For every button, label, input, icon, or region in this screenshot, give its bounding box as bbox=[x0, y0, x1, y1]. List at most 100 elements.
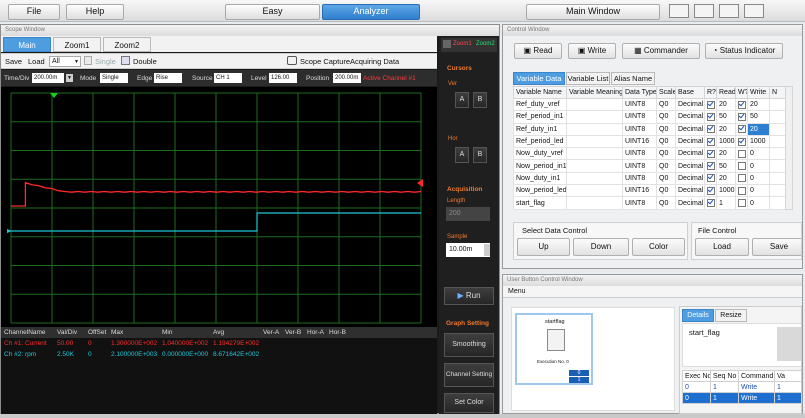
tab-zoom2[interactable]: Zoom2 bbox=[103, 37, 151, 52]
load-button[interactable]: Load bbox=[28, 57, 45, 66]
checkbox-icon[interactable] bbox=[738, 162, 746, 171]
layout-horizontal-icon[interactable] bbox=[719, 4, 739, 18]
layout-grid-icon[interactable] bbox=[669, 4, 689, 18]
startflag-button-card[interactable]: startflag Execution No. 0 0 1 bbox=[515, 313, 593, 385]
analyzer-mode-button[interactable]: Analyzer bbox=[322, 4, 420, 20]
checkbox-icon[interactable] bbox=[707, 199, 715, 208]
double-mode-label[interactable]: Double bbox=[133, 57, 157, 66]
variable-meaning-cell[interactable] bbox=[566, 171, 623, 186]
commander-button[interactable]: ▦ Commander bbox=[622, 43, 700, 59]
table-row[interactable]: 0 1 Write 1 bbox=[682, 381, 801, 393]
scope-plot[interactable] bbox=[1, 87, 437, 327]
status-indicator-button[interactable]: ◔ Status Indicator bbox=[705, 43, 783, 59]
hor-cursor-b-button[interactable]: B bbox=[473, 147, 487, 163]
table-row[interactable]: Now_duty_in1 UINT8 Q0 Decimal 20 0 bbox=[513, 171, 786, 186]
checkbox-icon[interactable] bbox=[707, 149, 715, 158]
read-enable-cell[interactable] bbox=[704, 97, 717, 112]
variable-header-cell[interactable]: Variable Meaning bbox=[566, 86, 623, 99]
read-button[interactable]: ▣ Read bbox=[514, 43, 562, 59]
variable-meaning-cell[interactable] bbox=[566, 97, 623, 112]
variable-header-cell[interactable]: Data Type bbox=[622, 86, 657, 99]
write-enable-cell[interactable] bbox=[735, 171, 748, 186]
color-button[interactable]: Color bbox=[632, 238, 685, 256]
variable-header-cell[interactable]: Variable Name bbox=[513, 86, 567, 99]
length-input[interactable]: 200 bbox=[446, 207, 490, 221]
read-enable-cell[interactable] bbox=[704, 110, 717, 124]
variable-meaning-cell[interactable] bbox=[566, 110, 623, 124]
checkbox-icon[interactable] bbox=[707, 174, 715, 183]
timediv-dropdown-icon[interactable]: ▼ bbox=[66, 74, 73, 82]
tab-details[interactable]: Details bbox=[682, 309, 714, 322]
checkbox-icon[interactable] bbox=[707, 137, 715, 146]
variable-header-cell[interactable]: Read bbox=[716, 86, 736, 99]
table-row[interactable]: Ref_period_led UINT16 Q0 Decimal 1000 1000 bbox=[513, 134, 786, 149]
read-enable-cell[interactable] bbox=[704, 184, 717, 198]
camera-icon[interactable] bbox=[287, 56, 297, 65]
write-value-cell[interactable]: 20 bbox=[747, 122, 770, 136]
save-button[interactable]: Save bbox=[5, 57, 22, 66]
write-value-cell[interactable]: 1000 bbox=[747, 134, 770, 149]
load-select[interactable]: All ▼ bbox=[49, 56, 81, 67]
variable-header-cell[interactable]: N bbox=[769, 86, 786, 99]
smoothing-button[interactable]: Smoothing bbox=[444, 333, 494, 357]
read-enable-cell[interactable] bbox=[704, 134, 717, 149]
table-row[interactable]: Ref_duty_in1 UINT8 Q0 Decimal 20 20 bbox=[513, 122, 786, 136]
help-menu[interactable]: Help bbox=[66, 4, 124, 20]
run-button[interactable]: ▶ Run bbox=[444, 287, 494, 305]
layout-cascade-icon[interactable] bbox=[694, 4, 714, 18]
set-color-button[interactable]: Set Color bbox=[444, 393, 494, 413]
write-value-cell[interactable]: 0 bbox=[747, 196, 770, 210]
tab-variable-data[interactable]: Variable Data bbox=[513, 72, 565, 85]
read-enable-cell[interactable] bbox=[704, 147, 717, 161]
user-menu[interactable]: Menu bbox=[508, 288, 526, 295]
ver-cursor-b-button[interactable]: B bbox=[473, 92, 487, 108]
write-value-cell[interactable]: 0 bbox=[747, 159, 770, 173]
checkbox-icon[interactable] bbox=[738, 125, 746, 134]
sample-dropdown-icon[interactable] bbox=[484, 244, 490, 256]
edge-select[interactable]: Rise bbox=[154, 73, 182, 83]
checkbox-icon[interactable] bbox=[738, 149, 746, 158]
channel-row[interactable]: Ch #2: rpm 2.50K 0 2.100000E+003 0.000000E+0… bbox=[1, 349, 437, 360]
write-value-cell[interactable]: 50 bbox=[747, 110, 770, 124]
up-button[interactable]: Up bbox=[517, 238, 570, 256]
variable-table-scrollbar[interactable] bbox=[785, 86, 793, 210]
checkbox-icon[interactable] bbox=[738, 137, 746, 146]
zoom2-tab[interactable]: Zoom2 bbox=[476, 41, 495, 47]
write-value-cell[interactable]: 0 bbox=[747, 171, 770, 186]
write-value-cell[interactable]: 20 bbox=[747, 97, 770, 112]
checkbox-icon[interactable] bbox=[738, 100, 746, 109]
layout-vertical-icon[interactable] bbox=[744, 4, 764, 18]
level-input[interactable]: 126.00 bbox=[269, 73, 297, 83]
table-row[interactable]: Now_period_led UINT16 Q0 Decimal 1000 0 bbox=[513, 184, 786, 198]
read-enable-cell[interactable] bbox=[704, 159, 717, 173]
write-enable-cell[interactable] bbox=[735, 134, 748, 149]
double-mode-icon[interactable] bbox=[121, 56, 130, 65]
save-file-button[interactable]: Save bbox=[752, 238, 801, 256]
checkbox-icon[interactable] bbox=[707, 125, 715, 134]
variable-header-cell[interactable]: W? bbox=[735, 86, 748, 99]
checkbox-icon[interactable] bbox=[738, 174, 746, 183]
tab-zoom1[interactable]: Zoom1 bbox=[53, 37, 101, 52]
mode-select[interactable]: Single bbox=[100, 73, 128, 83]
zoom1-tab[interactable]: Zoom1 bbox=[453, 41, 472, 47]
variable-meaning-cell[interactable] bbox=[566, 196, 623, 210]
variable-header-cell[interactable]: Base bbox=[675, 86, 705, 99]
scope-capture-button[interactable]: Scope Capture bbox=[300, 57, 350, 66]
hor-cursor-a-button[interactable]: A bbox=[455, 147, 469, 163]
checkbox-icon[interactable] bbox=[707, 100, 715, 109]
write-enable-cell[interactable] bbox=[735, 110, 748, 124]
checkbox-icon[interactable] bbox=[707, 162, 715, 171]
table-row[interactable]: Now_duty_vref UINT8 Q0 Decimal 20 0 bbox=[513, 147, 786, 161]
checkbox-icon[interactable] bbox=[707, 112, 715, 121]
write-enable-cell[interactable] bbox=[735, 122, 748, 136]
write-enable-cell[interactable] bbox=[735, 159, 748, 173]
table-row[interactable]: Ref_period_in1 UINT8 Q0 Decimal 50 50 bbox=[513, 110, 786, 124]
read-enable-cell[interactable] bbox=[704, 122, 717, 136]
checkbox-icon[interactable] bbox=[738, 186, 746, 195]
file-menu[interactable]: File bbox=[8, 4, 60, 20]
single-mode-label[interactable]: Single bbox=[95, 57, 116, 66]
timediv-input[interactable]: 200.00m bbox=[32, 73, 64, 83]
write-button[interactable]: ▣ Write bbox=[568, 43, 616, 59]
checkbox-icon[interactable] bbox=[738, 199, 746, 208]
checkbox-icon[interactable] bbox=[707, 186, 715, 195]
